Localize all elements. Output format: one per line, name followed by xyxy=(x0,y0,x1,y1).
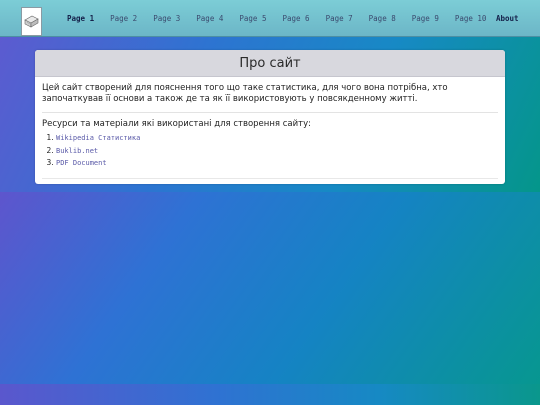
footer-bar xyxy=(0,384,540,405)
nav-page-5-link[interactable]: Page 5 xyxy=(231,14,274,23)
divider xyxy=(42,112,498,113)
nav-page-9-link[interactable]: Page 9 xyxy=(404,14,447,23)
top-navbar: Page 1 Page 2 Page 3 Page 4 Page 5 Page 6 Page… xyxy=(0,0,540,37)
nav-page-8-link[interactable]: Page 8 xyxy=(361,14,404,23)
book-icon[interactable] xyxy=(21,7,42,36)
nav-page-4-link[interactable]: Page 4 xyxy=(188,14,231,23)
card-body: Цей сайт створений для пояснення того що… xyxy=(35,77,505,179)
nav-page-7-link[interactable]: Page 7 xyxy=(318,14,361,23)
resource-item: Buklib.net xyxy=(56,145,498,158)
nav-page-3-link[interactable]: Page 3 xyxy=(145,14,188,23)
site-description: Цей сайт створений для пояснення того що… xyxy=(42,83,448,104)
nav-about-link[interactable]: About xyxy=(488,14,527,23)
divider xyxy=(42,177,498,179)
nav-page-1-link[interactable]: Page 1 xyxy=(59,14,102,23)
resource-item: Wikipedia Статистика xyxy=(56,132,498,145)
card-title: Про сайт xyxy=(35,50,505,77)
resource-link[interactable]: PDF Document xyxy=(56,159,107,167)
background-main xyxy=(0,192,540,384)
nav-page-2-link[interactable]: Page 2 xyxy=(102,14,145,23)
nav-page-6-link[interactable]: Page 6 xyxy=(274,14,317,23)
resource-link[interactable]: Wikipedia Статистика xyxy=(56,134,140,142)
page-nav: Page 1 Page 2 Page 3 Page 4 Page 5 Page 6 Page… xyxy=(59,0,494,36)
resource-item: PDF Document xyxy=(56,157,498,170)
resources-heading: Ресурси та матеріали які використані для… xyxy=(42,119,311,129)
resource-link[interactable]: Buklib.net xyxy=(56,147,98,155)
resources-list: Wikipedia Статистика Buklib.net PDF Docume… xyxy=(42,132,498,170)
about-card: Про сайт Цей сайт створений для поясненн… xyxy=(35,50,505,184)
